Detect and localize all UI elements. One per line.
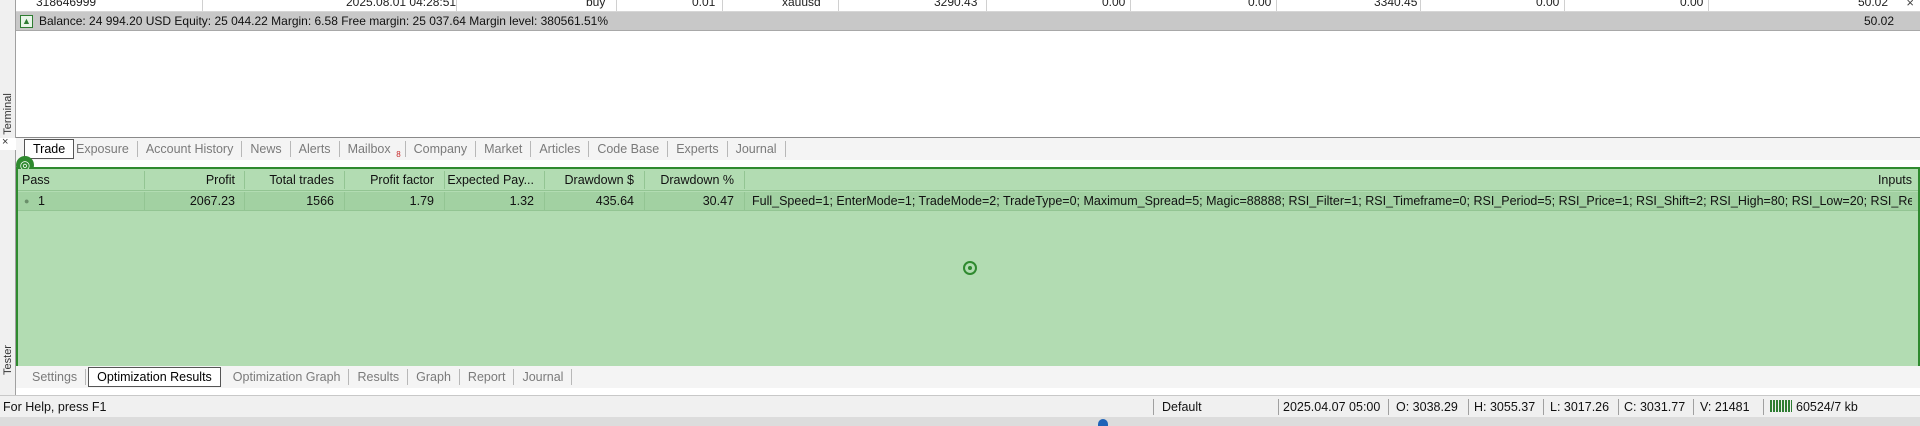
tab-company[interactable]: Company: [406, 141, 477, 157]
tab-market[interactable]: Market: [476, 141, 532, 157]
status-traffic[interactable]: 60524/7 kb: [1770, 396, 1858, 418]
tab-exposure[interactable]: Exposure: [68, 141, 138, 157]
status-profile[interactable]: Default: [1162, 396, 1202, 418]
optimization-results-panel[interactable]: ◎ Pass Profit Total trades Profit factor…: [16, 156, 1920, 369]
trade-row[interactable]: 318646999 2025.08.01 04:28:51 buy 0.01 x…: [16, 0, 1920, 12]
tab-tester-journal[interactable]: Journal: [514, 369, 573, 385]
trade-sl: 0.00: [1102, 0, 1126, 9]
cell-drawdown-pct: 30.47: [702, 194, 734, 208]
status-high: H: 3055.37: [1474, 400, 1536, 414]
cell-pass: 1: [38, 194, 45, 208]
trade-time: 2025.08.01 04:28:51: [346, 0, 457, 9]
tab-mailbox[interactable]: Mailbox 8: [340, 141, 406, 159]
trade-price: 3290.43: [934, 0, 978, 9]
status-bar: For Help, press F1 Default 2025.04.07 05…: [0, 395, 1920, 417]
cell-drawdown-usd: 435.64: [595, 194, 634, 208]
tab-articles[interactable]: Articles: [531, 141, 590, 157]
trade-ticket: 318646999: [36, 0, 97, 9]
tab-journal[interactable]: Journal: [728, 141, 786, 157]
tester-tab-bar: Settings Optimization Results Optimizati…: [16, 366, 1920, 388]
status-datetime: 2025.04.07 05:00: [1283, 400, 1381, 414]
tab-graph[interactable]: Graph: [408, 369, 460, 385]
col-expected-payoff[interactable]: Expected Pay...: [447, 169, 534, 191]
col-drawdown-usd[interactable]: Drawdown $: [565, 169, 634, 191]
col-profit[interactable]: Profit: [206, 169, 235, 191]
trade-profit: 50.02: [1858, 0, 1889, 9]
tab-optimization-graph[interactable]: Optimization Graph: [225, 369, 350, 385]
trade-swap: 0.00: [1680, 0, 1704, 9]
cell-profit: 2067.23: [189, 194, 235, 208]
tab-settings[interactable]: Settings: [24, 369, 87, 385]
cell-total-trades: 1566: [306, 194, 334, 208]
terminal-tab-bar: Trade Exposure Account History News Aler…: [16, 138, 1920, 160]
tab-optimization-results[interactable]: Optimization Results: [88, 367, 221, 387]
tab-alerts[interactable]: Alerts: [291, 141, 340, 157]
balance-row: ▲ Balance: 24 994.20 USD Equity: 25 044.…: [16, 12, 1920, 31]
balance-text: Balance: 24 994.20 USD Equity: 25 044.22…: [39, 14, 609, 28]
trade-commission: 0.00: [1536, 0, 1560, 9]
tab-report[interactable]: Report: [460, 369, 515, 385]
crosshair-cursor-icon: [963, 261, 977, 275]
col-drawdown-pct[interactable]: Drawdown %: [660, 169, 734, 191]
status-low: L: 3017.26: [1550, 400, 1610, 414]
taskbar-indicator-icon: [1098, 419, 1108, 426]
status-open: O: 3038.29: [1396, 400, 1458, 414]
tab-trade[interactable]: Trade: [24, 139, 75, 159]
status-close: C: 3031.77: [1624, 400, 1686, 414]
trade-tp: 0.00: [1248, 0, 1272, 9]
trade-current: 3340.45: [1374, 0, 1418, 9]
results-header: Pass Profit Total trades Profit factor E…: [18, 169, 1918, 191]
tester-side-label[interactable]: Tester: [0, 340, 16, 380]
row-status-icon: ●: [24, 196, 30, 206]
trade-symbol: xauusd: [782, 0, 821, 9]
terminal-side-label[interactable]: Terminal: [0, 92, 16, 136]
close-terminal-icon[interactable]: ×: [2, 136, 8, 148]
tab-news[interactable]: News: [242, 141, 291, 157]
col-pass[interactable]: Pass: [22, 169, 50, 191]
trade-list-empty-area: [16, 32, 1920, 138]
col-total-trades[interactable]: Total trades: [269, 169, 334, 191]
trade-volume: 0.01: [692, 0, 716, 9]
status-help: For Help, press F1: [3, 400, 107, 414]
balance-total: 50.02: [1863, 14, 1894, 28]
close-position-icon[interactable]: ×: [1906, 0, 1914, 10]
mt5-window: Terminal × Tester 318646999 2025.08.01 0…: [0, 0, 1920, 426]
cell-expected-payoff: 1.32: [509, 194, 534, 208]
balance-icon: ▲: [20, 14, 33, 28]
tab-account-history[interactable]: Account History: [138, 141, 243, 157]
tab-experts[interactable]: Experts: [668, 141, 728, 157]
connection-bars-icon: [1770, 400, 1792, 412]
taskbar-edge: [0, 417, 1920, 426]
trade-type: buy: [586, 0, 606, 9]
tab-code-base[interactable]: Code Base: [589, 141, 669, 157]
col-profit-factor[interactable]: Profit factor: [370, 169, 434, 191]
tab-results[interactable]: Results: [349, 369, 409, 385]
cell-profit-factor: 1.79: [409, 194, 434, 208]
col-inputs[interactable]: Inputs: [1878, 169, 1912, 191]
cell-inputs: Full_Speed=1; EnterMode=1; TradeMode=2; …: [752, 194, 1912, 208]
mailbox-badge: 8: [396, 150, 401, 159]
status-volume: V: 21481: [1700, 400, 1750, 414]
table-row[interactable]: ● 1 2067.23 1566 1.79 1.32 435.64 30.47 …: [18, 192, 1918, 211]
